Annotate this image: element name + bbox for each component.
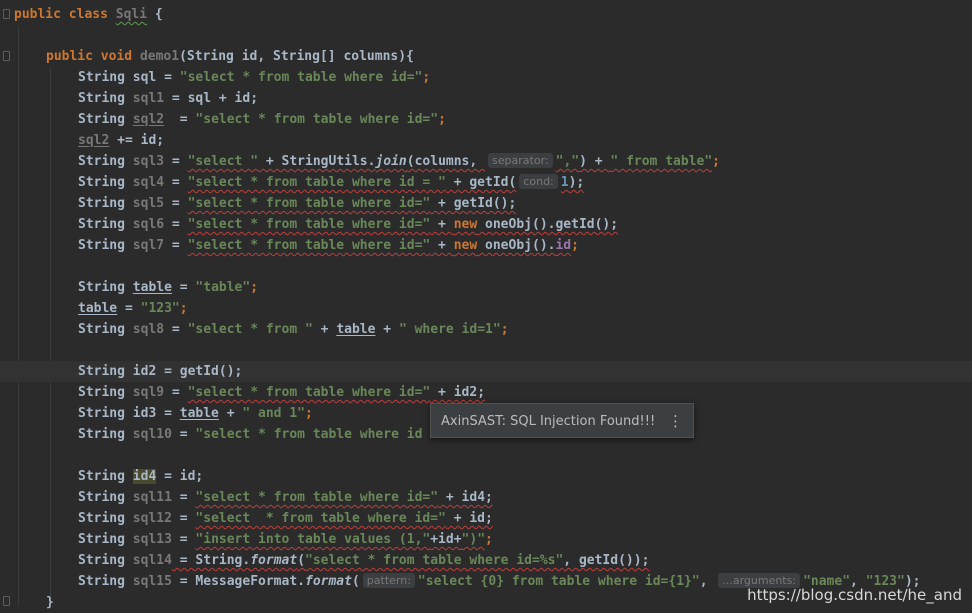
indent-guide: [50, 68, 51, 598]
code-line-sql5[interactable]: String sql5 = "select * from table where…: [78, 193, 516, 214]
code-line-table-assign[interactable]: table = "123";: [78, 298, 188, 319]
fold-end-icon[interactable]: [3, 596, 10, 606]
code-line-id2-current[interactable]: String id2 = getId();: [0, 361, 972, 382]
code-line-table-decl[interactable]: String table = "table";: [78, 277, 258, 298]
code-line-sql11[interactable]: String sql11 = "select * from table wher…: [78, 487, 493, 508]
code-line-sql9[interactable]: String sql9 = "select * from table where…: [78, 382, 485, 403]
more-options-icon[interactable]: ⋮: [668, 404, 683, 439]
param-hint: cond:: [519, 174, 558, 189]
param-hint: pattern:: [362, 573, 415, 588]
code-line-sql2[interactable]: String sql2 = "select * from table where…: [78, 109, 446, 130]
sast-warning-tooltip: AxinSAST: SQL Injection Found!!! ⋮: [430, 403, 694, 438]
code-editor[interactable]: public class Sqli { public void demo1(St…: [0, 0, 972, 612]
code-line-sql10[interactable]: String sql10 = "select * from table wher…: [78, 424, 422, 445]
code-line-sql3[interactable]: String sql3 = "select " + StringUtils.jo…: [78, 151, 720, 172]
code-line-sql2-append[interactable]: sql2 += id;: [78, 130, 164, 151]
code-line-sql1[interactable]: String sql1 = sql + id;: [78, 88, 258, 109]
indent-guide: [18, 26, 19, 606]
fold-method-icon[interactable]: [3, 51, 10, 61]
code-line-sql8[interactable]: String sql8 = "select * from " + table +…: [78, 319, 509, 340]
fold-class-icon[interactable]: [3, 9, 10, 19]
code-line-sql14[interactable]: String sql14 = String.format("select * f…: [78, 550, 649, 571]
param-hint: separator:: [488, 153, 553, 168]
code-line-close[interactable]: }: [46, 592, 54, 613]
watermark: https://blog.csdn.net/he_and: [747, 586, 962, 604]
code-line-id3[interactable]: String id3 = table + " and 1";: [78, 403, 313, 424]
tooltip-message: AxinSAST: SQL Injection Found!!!: [441, 414, 656, 429]
code-line-sql13[interactable]: String sql13 = "insert into table values…: [78, 529, 493, 550]
code-line-sql4[interactable]: String sql4 = "select * from table where…: [78, 172, 584, 193]
code-line-sql12[interactable]: String sql12 = "select * from table wher…: [78, 508, 493, 529]
editor-gutter: [0, 0, 12, 612]
code-line-method[interactable]: public void demo1(String id, String[] co…: [46, 46, 414, 67]
code-line-sql6[interactable]: String sql6 = "select * from table where…: [78, 214, 618, 235]
code-line-id4[interactable]: String id4 = id;: [78, 466, 203, 487]
code-line-sql[interactable]: String sql = "select * from table where …: [78, 67, 430, 88]
code-line-sql7[interactable]: String sql7 = "select * from table where…: [78, 235, 579, 256]
code-line-class[interactable]: public class Sqli {: [14, 4, 163, 25]
